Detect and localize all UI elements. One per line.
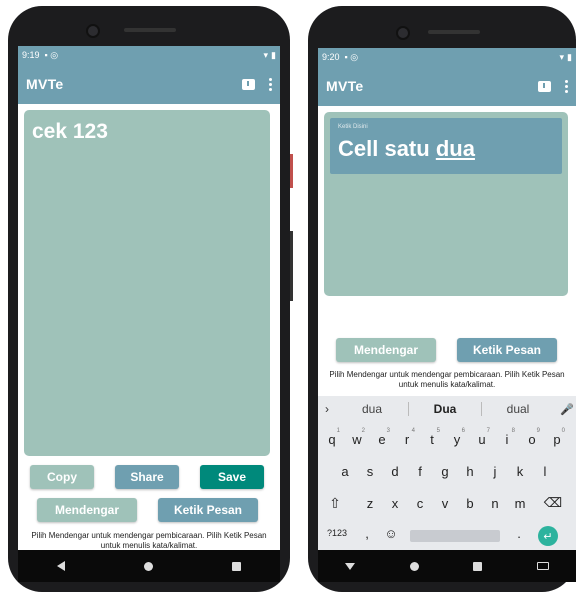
app-bar: MVTe [18,64,280,104]
key-r[interactable]: r4 [396,426,418,452]
key-g[interactable]: g [434,458,456,484]
battery-icon: ▮ [567,51,572,62]
recents-icon[interactable] [231,561,241,571]
listen-button[interactable]: Mendengar [336,338,436,362]
symbols-key[interactable]: ?123 [322,520,352,546]
type-message-button[interactable]: Ketik Pesan [158,498,258,522]
status-bar: 9:20 ▪ ◎ ▾ ▮ [318,48,576,66]
key-f[interactable]: f [409,458,431,484]
battery-icon: ▮ [271,49,276,60]
save-button[interactable]: Save [200,465,264,489]
key-v[interactable]: v [434,490,456,516]
suggestion-1[interactable]: dua [336,402,408,416]
instruction-text: Pilih Mendengar untuk mendengar pembicar… [31,531,267,550]
navigation-bar [318,550,576,582]
right-phone: 9:20 ▪ ◎ ▾ ▮ MVTe Ketik Disini Cell satu… [308,6,576,592]
emoji-icon[interactable]: ☺ [380,520,402,546]
input-value: Cell satu dua [338,136,475,162]
more-options-icon[interactable] [269,77,272,91]
key-a[interactable]: a [334,458,356,484]
backspace-icon[interactable]: ⌫ [542,490,564,516]
front-camera [396,26,410,40]
speaker-grille [124,28,176,32]
hide-keyboard-icon[interactable] [345,562,356,570]
text-input-panel: Ketik Disini Cell satu dua [324,112,568,296]
expand-chevron-icon[interactable]: › [318,402,336,416]
input-label: Ketik Disini [338,124,368,130]
type-message-button[interactable]: Ketik Pesan [457,338,557,362]
left-screen: 9:19 ▪ ◎ ▾ ▮ MVTe cek 123 Copy Share Sav… [18,46,280,582]
key-s[interactable]: s [359,458,381,484]
display-text: cek 123 [32,120,108,143]
navigation-bar [18,550,280,582]
key-j[interactable]: j [484,458,506,484]
enter-icon: ↵ [543,530,553,543]
volume-button [290,231,293,301]
front-camera [86,24,100,38]
suggestion-strip: › dua Dua dual 🎤 [318,396,576,422]
key-w[interactable]: w2 [346,426,368,452]
home-icon[interactable] [143,561,153,571]
feedback-icon[interactable] [242,78,255,90]
input-value-text: Cell satu [338,136,436,161]
key-i[interactable]: i8 [496,426,518,452]
wifi-icon: ▾ [263,49,269,60]
shift-icon[interactable]: ⇧ [324,490,346,516]
suggestion-3[interactable]: dual [482,402,554,416]
key-y[interactable]: y6 [446,426,468,452]
left-phone: 9:19 ▪ ◎ ▾ ▮ MVTe cek 123 Copy Share Sav… [8,6,293,592]
key-c[interactable]: c [409,490,431,516]
key-u[interactable]: u7 [471,426,493,452]
instruction-text: Pilih Mendengar untuk mendengar pembicar… [329,370,565,389]
message-input[interactable]: Ketik Disini Cell satu dua [330,118,562,174]
listen-button[interactable]: Mendengar [37,498,137,522]
wifi-icon: ▾ [559,51,565,62]
recents-icon[interactable] [473,561,483,571]
key-p[interactable]: p0 [546,426,568,452]
speaker-grille [428,30,480,34]
suggestion-2[interactable]: Dua [409,402,481,416]
share-button[interactable]: Share [115,465,179,489]
comma-key[interactable]: , [356,520,378,546]
notification-icon: ▪ ◎ [344,51,359,62]
app-title: MVTe [326,78,364,94]
app-title: MVTe [26,76,64,92]
app-bar: MVTe [318,66,576,106]
notification-icon: ▪ ◎ [44,49,59,60]
key-h[interactable]: h [459,458,481,484]
feedback-icon[interactable] [538,80,551,92]
status-right: ▾ ▮ [560,52,572,63]
enter-key[interactable]: ↵ [538,526,558,546]
input-value-composing: dua [435,136,475,161]
period-key[interactable]: . [508,520,530,546]
keyboard-switch-icon[interactable] [536,562,549,570]
key-n[interactable]: n [484,490,506,516]
key-e[interactable]: e3 [371,426,393,452]
text-display-panel: cek 123 [24,110,270,456]
status-bar: 9:19 ▪ ◎ ▾ ▮ [18,46,280,64]
soft-keyboard: › dua Dua dual 🎤 q1 w2 e3 r4 t5 y6 u7 i8… [318,396,576,550]
key-l[interactable]: l [534,458,556,484]
key-q[interactable]: q1 [321,426,343,452]
power-button [290,154,293,188]
home-icon[interactable] [409,561,419,571]
status-right: ▾ ▮ [264,50,276,61]
copy-button[interactable]: Copy [30,465,94,489]
more-options-icon[interactable] [565,79,568,93]
key-b[interactable]: b [459,490,481,516]
key-z[interactable]: z [359,490,381,516]
spacebar[interactable] [410,530,500,542]
key-t[interactable]: t5 [421,426,443,452]
key-d[interactable]: d [384,458,406,484]
key-o[interactable]: o9 [521,426,543,452]
status-time: 9:20 [322,52,340,62]
key-k[interactable]: k [509,458,531,484]
key-x[interactable]: x [384,490,406,516]
right-screen: 9:20 ▪ ◎ ▾ ▮ MVTe Ketik Disini Cell satu… [318,48,576,582]
status-time: 9:19 [22,50,40,60]
microphone-icon[interactable]: 🎤 [558,403,576,416]
key-m[interactable]: m [509,490,531,516]
back-icon[interactable] [57,561,66,571]
